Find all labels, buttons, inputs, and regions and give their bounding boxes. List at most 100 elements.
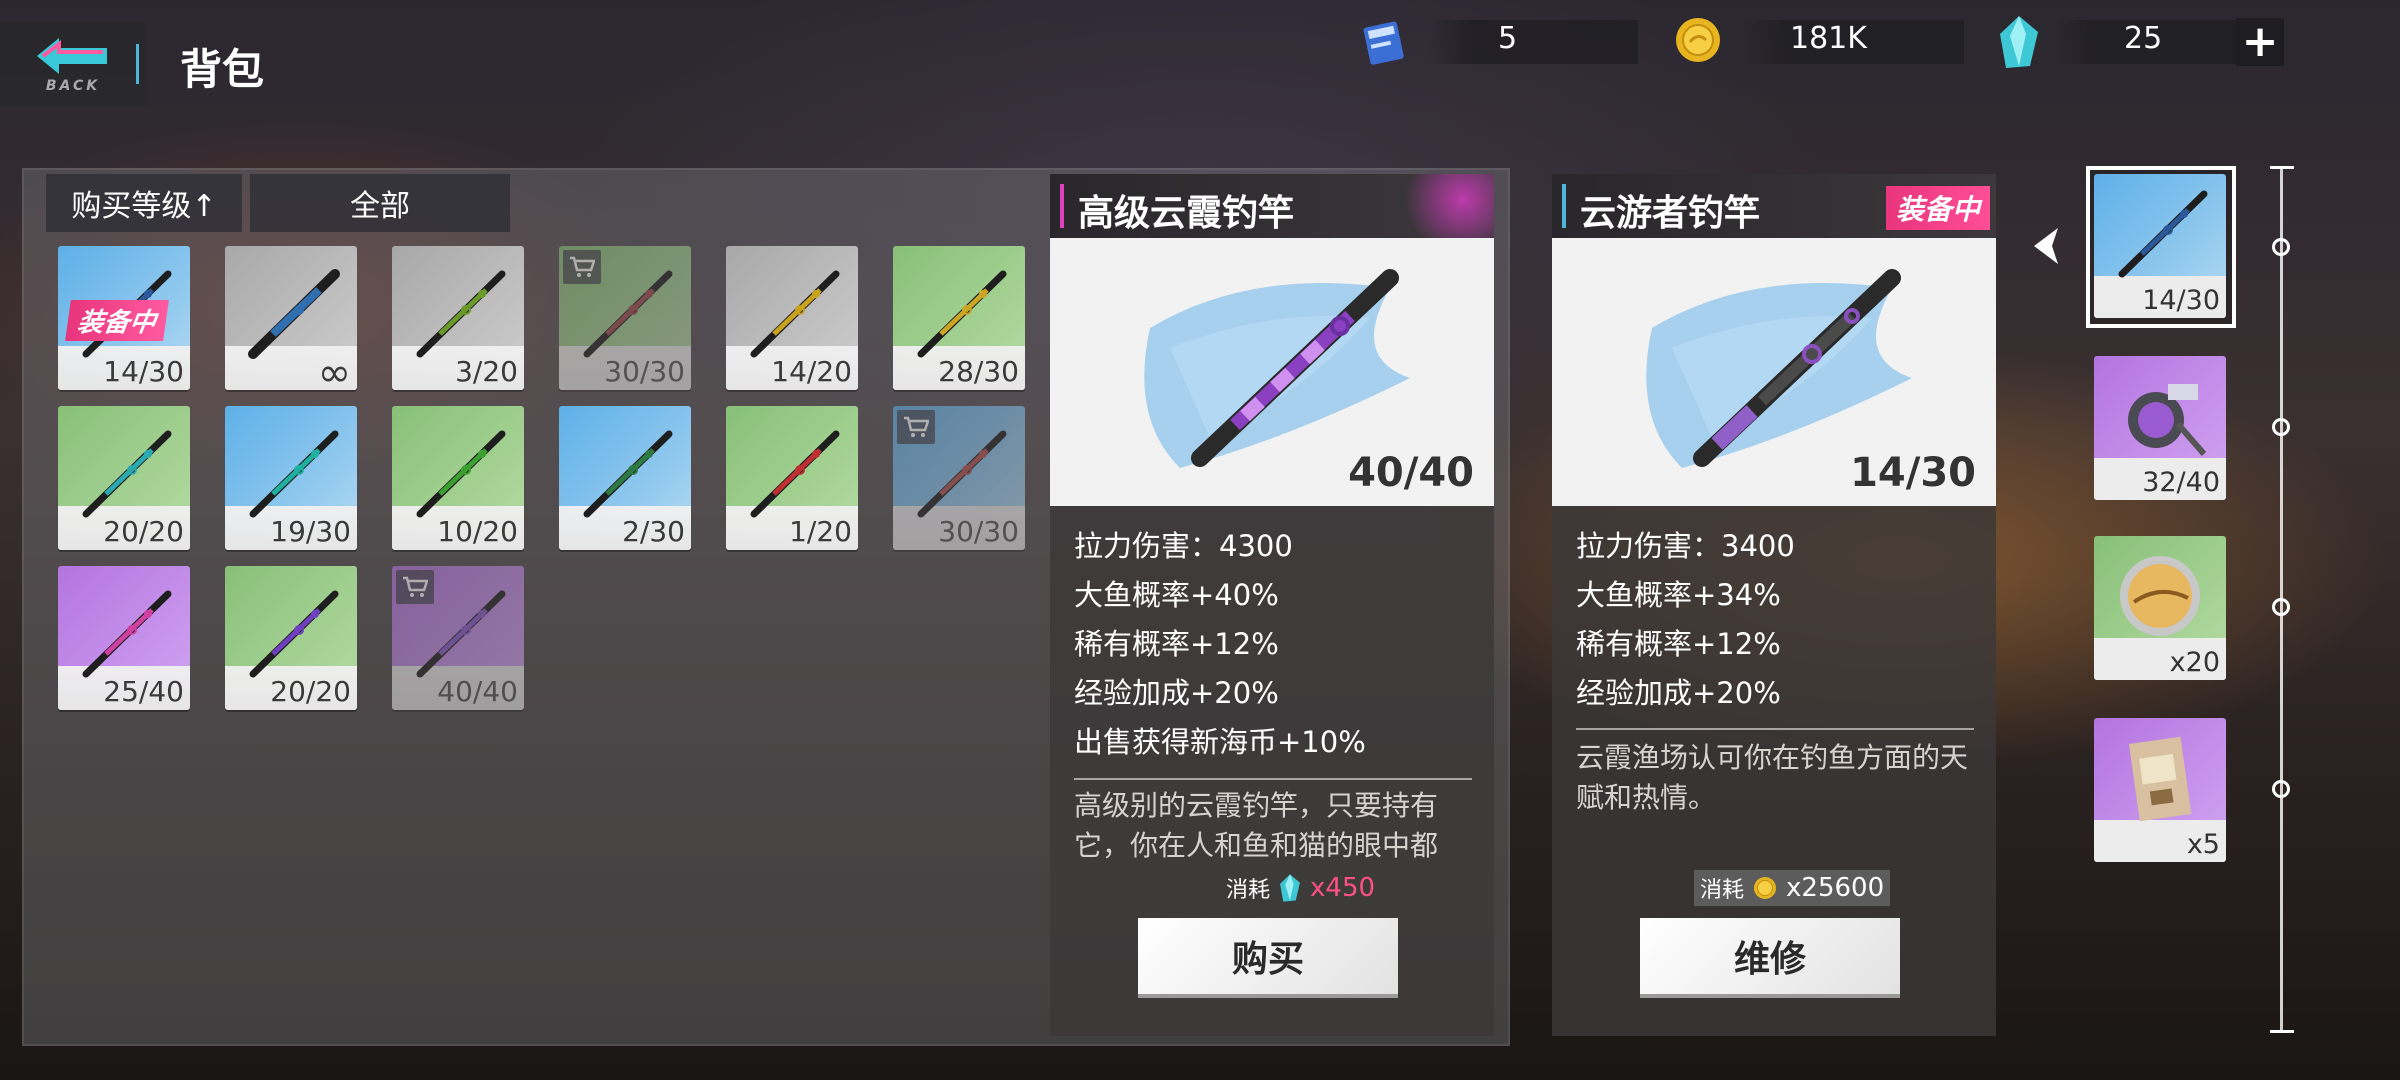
stat-line: 大鱼概率+34%: [1576, 578, 1781, 612]
inventory-item[interactable]: 2/30: [559, 406, 691, 550]
cost-label: 消耗: [1226, 878, 1271, 903]
fishing-rod-icon: [740, 422, 844, 526]
resource-ticket: 5: [1358, 14, 1648, 66]
reel-icon: [2108, 364, 2212, 472]
fishing-line-icon: [2108, 544, 2212, 652]
resource-coin: 181K: [1672, 14, 1972, 66]
equipped-item-header: 云游者钓竿 装备中: [1552, 174, 1996, 238]
bait-bag-icon: [2108, 726, 2212, 834]
rail-node: [2272, 238, 2290, 256]
loadout-slot-rod[interactable]: 14/30: [2094, 174, 2226, 318]
coin-icon: [1676, 18, 1720, 62]
item-durability: 2/30: [622, 515, 685, 548]
repair-button[interactable]: 维修: [1640, 918, 1900, 998]
fishing-rod-icon: [239, 422, 343, 526]
shop-cart-icon: [563, 250, 601, 284]
selected-item-description: 高级别的云霞钓竿，只要持有它，你在人和鱼和猫的眼中都: [1074, 789, 1439, 862]
fishing-rod-icon: [239, 582, 343, 686]
item-durability: 3/20: [455, 355, 518, 388]
coin-icon: [1754, 877, 1777, 899]
inventory-item[interactable]: 20/20: [58, 406, 190, 550]
equipped-item-card: 云游者钓竿 装备中 14/30 拉力伤害：3400 大鱼概率+34% 稀有概率+…: [1552, 174, 1996, 1036]
equipped-badge: 装备中: [1885, 186, 1990, 230]
add-currency-button[interactable]: +: [2236, 18, 2284, 66]
selected-item-stats: 拉力伤害：4300 大鱼概率+40% 稀有概率+12% 经验加成+20% 出售获…: [1074, 522, 1366, 767]
shop-cart-icon: [897, 410, 935, 444]
item-durability: 1/20: [789, 515, 852, 548]
selected-item-header: 高级云霞钓竿: [1050, 174, 1494, 238]
back-button[interactable]: BACK: [0, 22, 146, 106]
rail-node: [2272, 780, 2290, 798]
stat-line: 稀有概率+12%: [1576, 627, 1781, 661]
item-durability: 30/30: [604, 355, 685, 388]
crystal-icon: [2000, 16, 2038, 68]
loadout-slot-line[interactable]: x20: [2094, 536, 2226, 680]
slot-count: x5: [2186, 829, 2220, 860]
selected-item-durability: 40/40: [1348, 450, 1474, 496]
equipped-badge: 装备中: [65, 300, 169, 341]
item-durability: 28/30: [938, 355, 1019, 388]
category-filter-button[interactable]: 全部: [250, 174, 510, 232]
item-durability: ∞: [317, 350, 351, 390]
inventory-item[interactable]: 14/20: [726, 246, 858, 390]
crystal-count: 25: [2124, 21, 2163, 56]
inventory-item[interactable]: 14/30 装备中: [58, 246, 190, 390]
equipped-item-name: 云游者钓竿: [1580, 193, 1761, 234]
inventory-item[interactable]: 3/20: [392, 246, 524, 390]
loadout-slot-bait[interactable]: x5: [2094, 718, 2226, 862]
item-durability: 10/20: [437, 515, 518, 548]
inventory-item[interactable]: 25/40: [58, 566, 190, 710]
fishing-rod-icon: [573, 422, 677, 526]
selected-item-card: 高级云霞钓竿 40/40 拉力伤害：4300 大鱼概率+40% 稀有概率+12%…: [1050, 174, 1494, 1036]
coin-count: 181K: [1790, 21, 1867, 56]
collapse-arrow-icon[interactable]: [2028, 226, 2064, 266]
inventory-item[interactable]: 19/30: [225, 406, 357, 550]
selected-item-name: 高级云霞钓竿: [1078, 193, 1295, 234]
resource-crystal: 25: [1996, 14, 2236, 68]
item-durability: 14/30: [103, 355, 184, 388]
inventory-item[interactable]: 30/30: [559, 246, 691, 390]
purchase-cost: 消耗 x450: [1220, 870, 1381, 906]
selected-item-image: 40/40: [1050, 238, 1494, 506]
back-arrow-icon: [37, 38, 107, 74]
slot-count: 14/30: [2142, 285, 2220, 316]
fishing-rod-icon: [907, 262, 1011, 366]
stats-divider: [1074, 778, 1472, 780]
buy-button[interactable]: 购买: [1138, 918, 1398, 998]
stat-line: 拉力伤害：4300: [1074, 529, 1293, 563]
shop-cart-icon: [396, 570, 434, 604]
fishing-rod-icon: [2108, 182, 2212, 290]
loadout-slot-reel[interactable]: 32/40: [2094, 356, 2226, 500]
stat-line: 大鱼概率+40%: [1074, 578, 1279, 612]
stats-divider: [1576, 728, 1974, 730]
repair-cost: 消耗 x25600: [1694, 870, 1891, 906]
stat-line: 出售获得新海币+10%: [1074, 725, 1366, 759]
fishing-rod-icon: [72, 582, 176, 686]
inventory-item[interactable]: 1/20: [726, 406, 858, 550]
inventory-item[interactable]: ∞: [225, 246, 357, 390]
rail-node: [2272, 598, 2290, 616]
rail-cap-top: [2270, 166, 2294, 169]
fishing-rod-icon: [72, 422, 176, 526]
inventory-item[interactable]: 28/30: [893, 246, 1025, 390]
item-durability: 19/30: [270, 515, 351, 548]
inventory-item[interactable]: 30/30: [893, 406, 1025, 550]
sort-button[interactable]: 购买等级↑: [46, 174, 242, 232]
title-divider: [136, 44, 139, 84]
page-title: 背包: [180, 45, 265, 94]
item-durability: 20/20: [103, 515, 184, 548]
item-durability: 40/40: [437, 675, 518, 708]
fishing-rod-icon: [406, 422, 510, 526]
item-durability: 14/20: [771, 355, 852, 388]
inventory-item[interactable]: 40/40: [392, 566, 524, 710]
fishing-rod-icon: [740, 262, 844, 366]
rail-node: [2272, 418, 2290, 436]
rail-cap-bottom: [2270, 1030, 2294, 1033]
inventory-item[interactable]: 20/20: [225, 566, 357, 710]
inventory-item[interactable]: 10/20: [392, 406, 524, 550]
stat-line: 经验加成+20%: [1074, 676, 1279, 710]
slot-count: x20: [2169, 647, 2220, 678]
ticket-count: 5: [1498, 21, 1518, 56]
back-label: BACK: [45, 78, 101, 94]
slot-count: 32/40: [2142, 467, 2220, 498]
